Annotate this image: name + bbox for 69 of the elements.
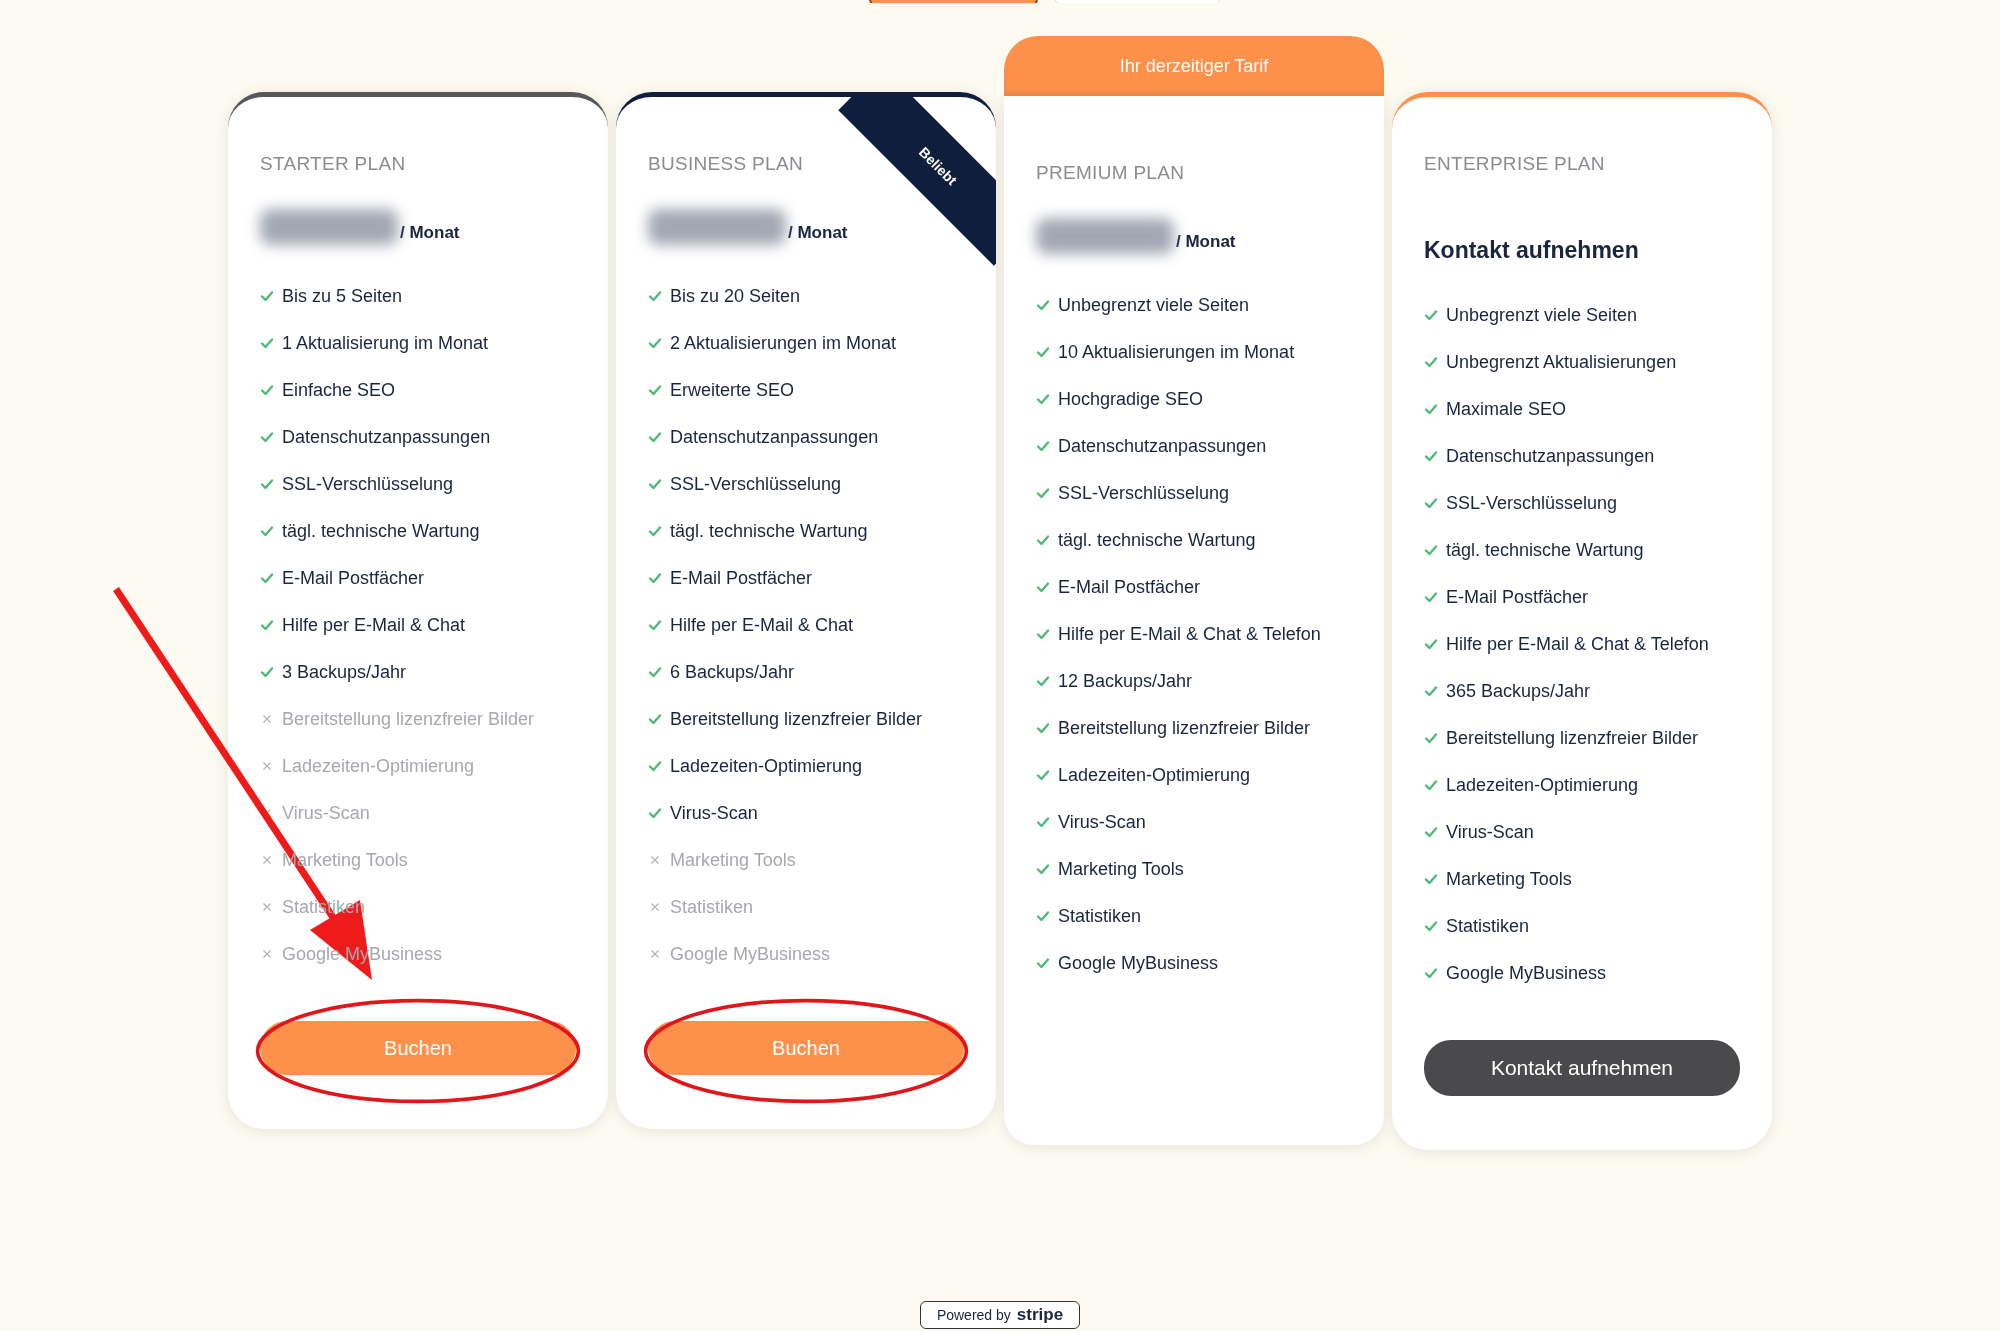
feature-text: Unbegrenzt viele Seiten [1446,304,1638,326]
feature-text: Virus-Scan [670,802,758,824]
feature-text: SSL-Verschlüsselung [1058,482,1230,504]
plan-name: STARTER PLAN [260,153,406,175]
price-period: / Monat [1176,232,1236,252]
feature-text: Unbegrenzt viele Seiten [1058,294,1250,316]
feature-text: Unbegrenzt Aktualisierungen [1446,351,1677,373]
feature-text: Marketing Tools [670,849,796,871]
feature-text: Statistiken [1446,915,1530,937]
feature-text: tägl. technische Wartung [1058,529,1256,551]
feature-text: E-Mail Postfächer [1446,586,1589,608]
book-button[interactable]: Kontakt aufnehmen [1424,1040,1740,1096]
feature-text: tägl. technische Wartung [1446,539,1644,561]
feature-text: Hochgradige SEO [1058,388,1204,410]
feature-text: Marketing Tools [1058,858,1184,880]
feature-text: E-Mail Postfächer [670,567,813,589]
feature-text: 2 Aktualisierungen im Monat [670,332,897,354]
feature-text: Bereitstellung lizenzfreier Bilder [1446,727,1699,749]
feature-text: Datenschutzanpassungen [670,426,879,448]
feature-text: Ladezeiten-Optimierung [1446,774,1639,796]
feature-text: 10 Aktualisierungen im Monat [1058,341,1295,363]
feature-text: Maximale SEO [1446,398,1567,420]
plan-name: ENTERPRISE PLAN [1424,153,1605,175]
feature-text: Hilfe per E-Mail & Chat [282,614,466,636]
powered-by-badge[interactable]: Powered by stripe [920,1301,1080,1329]
feature-text: Virus-Scan [1446,821,1534,843]
feature-text: Statistiken [670,896,754,918]
feature-text: Hilfe per E-Mail & Chat & Telefon [1058,623,1321,645]
feature-text: Erweiterte SEO [670,379,795,401]
plan-name: PREMIUM PLAN [1036,162,1185,184]
feature-text: Datenschutzanpassungen [1058,435,1267,457]
feature-text: Google MyBusiness [670,943,831,965]
feature-text: Virus-Scan [1058,811,1146,833]
feature-text: SSL-Verschlüsselung [1446,492,1618,514]
feature-text: Bereitstellung lizenzfreier Bilder [282,708,535,730]
feature-text: Ladezeiten-Optimierung [1058,764,1251,786]
feature-text: 1 Aktualisierung im Monat [282,332,489,354]
feature-text: Hilfe per E-Mail & Chat [670,614,854,636]
feature-text: 6 Backups/Jahr [670,661,795,683]
feature-text: Bis zu 20 Seiten [670,285,801,307]
feature-text: Bereitstellung lizenzfreier Bilder [670,708,923,730]
feature-text: Google MyBusiness [1446,962,1607,984]
feature-text: tägl. technische Wartung [670,520,868,542]
powered-by-text: Powered by [936,1307,1011,1323]
feature-text: 12 Backups/Jahr [1058,670,1193,692]
feature-text: 365 Backups/Jahr [1446,680,1591,702]
feature-text: Bis zu 5 Seiten [282,285,403,307]
feature-text: Google MyBusiness [1058,952,1219,974]
price-period: / Monat [400,223,460,243]
feature-text: Virus-Scan [282,802,370,824]
feature-text: E-Mail Postfächer [1058,576,1201,598]
feature-text: SSL-Verschlüsselung [282,473,454,495]
feature-text: E-Mail Postfächer [282,567,425,589]
feature-text: Einfache SEO [282,379,396,401]
feature-text: Hilfe per E-Mail & Chat & Telefon [1446,633,1709,655]
contact-heading: Kontakt aufnehmen [1424,237,1640,264]
feature-text: Statistiken [1058,905,1142,927]
feature-text: Datenschutzanpassungen [282,426,491,448]
feature-text: Ladezeiten-Optimierung [670,755,863,777]
feature-text: Marketing Tools [1446,868,1572,890]
current-plan-header: Ihr derzeitiger Tarif [1004,36,1384,96]
feature-text: SSL-Verschlüsselung [670,473,842,495]
brand-text: stripe [1016,1305,1064,1325]
plan-name: BUSINESS PLAN [648,153,803,175]
feature-text: Bereitstellung lizenzfreier Bilder [1058,717,1311,739]
feature-text: Ladezeiten-Optimierung [282,755,475,777]
feature-text: tägl. technische Wartung [282,520,480,542]
feature-text: 3 Backups/Jahr [282,661,407,683]
feature-text: Datenschutzanpassungen [1446,445,1655,467]
